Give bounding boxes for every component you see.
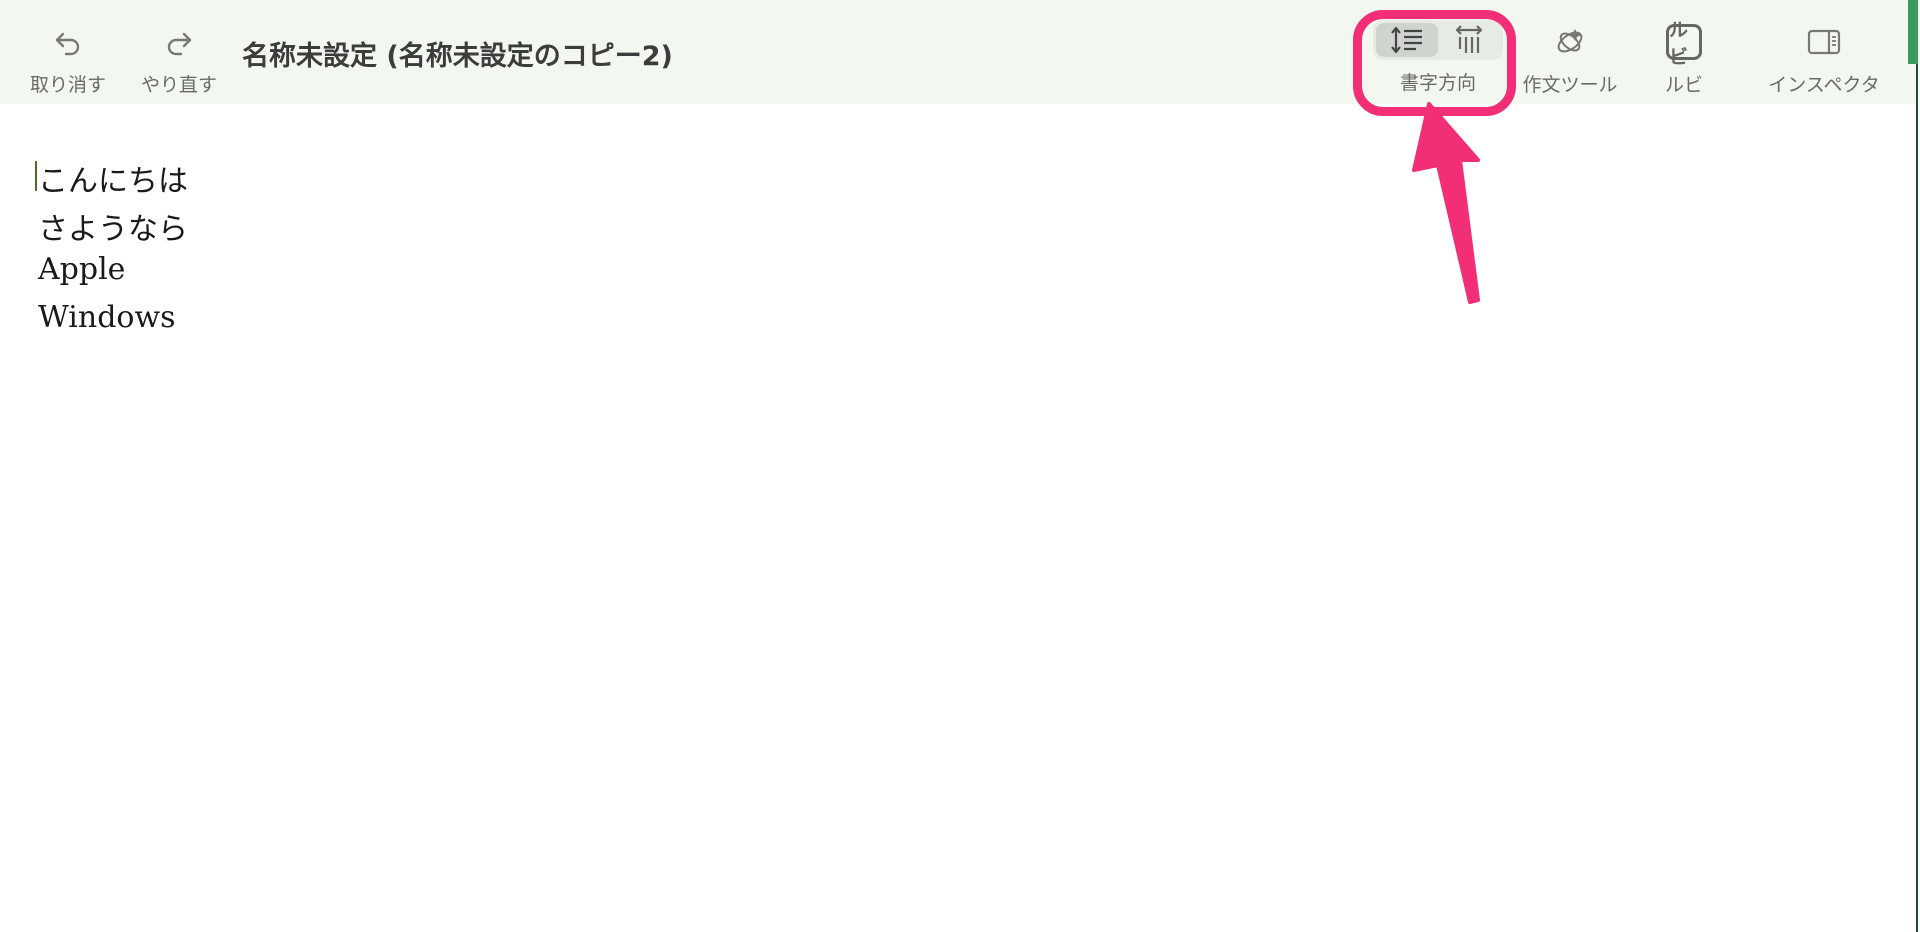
- undo-button[interactable]: 取り消す: [26, 0, 110, 104]
- undo-arrow-icon: [53, 22, 83, 62]
- window-corner-accent: [1908, 0, 1918, 64]
- writing-tools-button[interactable]: 作文ツール: [1516, 0, 1624, 104]
- window-edge: [1916, 0, 1918, 932]
- ruby-icon-wrapper: ルビ: [1666, 19, 1702, 68]
- ruby-icon: ルビ: [1666, 19, 1702, 68]
- text-editor[interactable]: こんにちは さようなら Apple Windows: [0, 104, 1918, 932]
- vertical-writing-button[interactable]: [1438, 23, 1500, 57]
- writing-direction-label: 書字方向: [1399, 72, 1476, 94]
- text-line[interactable]: Windows: [38, 300, 176, 335]
- redo-arrow-icon: [164, 22, 194, 62]
- vertical-text-icon: [1455, 25, 1483, 53]
- toolbar: 取り消す やり直す 名称未設定 (名称未設定のコピー2) 書字方向 作文ツール …: [0, 0, 1918, 104]
- writing-tools-icon: [1553, 22, 1587, 62]
- ruby-button[interactable]: ルビ ルビ: [1644, 0, 1724, 104]
- app-window: 取り消す やり直す 名称未設定 (名称未設定のコピー2) 書字方向 作文ツール …: [0, 0, 1918, 932]
- writing-tools-label: 作文ツール: [1522, 74, 1618, 96]
- inspector-label: インスペクタ: [1768, 74, 1880, 96]
- inspector-button[interactable]: インスペクタ: [1756, 0, 1892, 104]
- ruby-label: ルビ: [1664, 74, 1703, 96]
- writing-direction-segmented-control: [1373, 20, 1503, 60]
- writing-direction-control: 書字方向: [1373, 0, 1503, 104]
- text-caret: [35, 161, 37, 191]
- text-line[interactable]: さようなら: [38, 204, 188, 248]
- text-line[interactable]: Apple: [38, 252, 125, 287]
- text-line[interactable]: こんにちは: [38, 156, 188, 200]
- redo-button[interactable]: やり直す: [136, 0, 222, 104]
- sidebar-icon: [1807, 22, 1841, 62]
- horizontal-writing-button[interactable]: [1376, 23, 1438, 57]
- horizontal-text-icon: [1391, 26, 1422, 54]
- ruby-icon-text: ルビ: [1669, 19, 1688, 68]
- redo-label: やり直す: [140, 74, 217, 96]
- document-title[interactable]: 名称未設定 (名称未設定のコピー2): [242, 34, 673, 73]
- undo-label: 取り消す: [29, 74, 106, 96]
- writing-direction-segment: [1373, 20, 1503, 60]
